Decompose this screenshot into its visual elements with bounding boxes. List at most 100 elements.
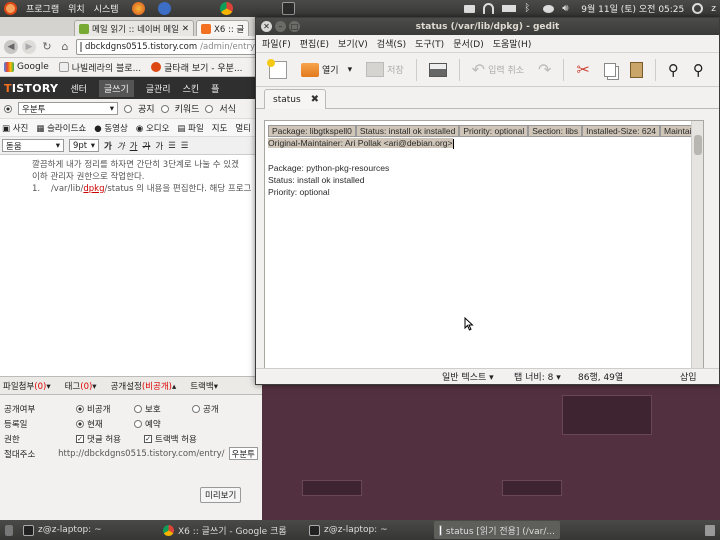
private-radio[interactable] — [76, 404, 84, 413]
paste-button[interactable] — [625, 57, 648, 83]
keyword-radio[interactable] — [160, 104, 169, 113]
tab-publish-settings[interactable]: 공개설정(비공개)▴ — [111, 380, 177, 392]
open-button[interactable]: 열기 ▾ — [296, 57, 357, 83]
show-desktop-icon[interactable] — [0, 521, 18, 539]
strike-button[interactable]: 가 — [142, 140, 150, 152]
document-tab-status[interactable]: status ✖ — [264, 89, 327, 109]
cut-button[interactable]: ✂ — [571, 57, 594, 83]
menu-tools[interactable]: 도구(T) — [415, 37, 444, 50]
bold-button[interactable]: 가 — [104, 140, 112, 152]
help-launcher-icon[interactable] — [157, 2, 171, 15]
gedit-titlebar[interactable]: ✕ – □ status (/var/lib/dpkg) - gedit — [256, 18, 719, 35]
tab-close-icon[interactable]: ✖ — [311, 94, 319, 105]
attach-video[interactable]: ● 동영상 — [94, 122, 128, 134]
notice-radio[interactable] — [124, 104, 132, 113]
new-button[interactable] — [264, 57, 292, 83]
tab-tags[interactable]: 태그(0)▾ — [65, 380, 97, 392]
forward-icon[interactable]: ▶ — [22, 39, 36, 54]
battery-icon[interactable] — [502, 5, 517, 12]
window-minimize-icon[interactable]: – — [275, 21, 286, 32]
italic-button[interactable]: 가 — [117, 140, 125, 152]
bookmark-nabilera[interactable]: 나빌레라의 블로... — [58, 61, 141, 74]
replace-button[interactable]: ⚲ — [688, 57, 709, 83]
bluetooth-icon[interactable]: ᛒ — [524, 3, 535, 14]
text-line[interactable]: Package: libgtkspell0 — [268, 125, 356, 138]
task-chrome[interactable]: X6 :: 글쓰기 - Google 크롬 — [158, 521, 304, 539]
text-line[interactable]: Priority: optional — [268, 186, 703, 198]
attach-photo[interactable]: ▣ 사진 — [2, 122, 28, 134]
attach-multi[interactable]: 멀티 — [235, 122, 251, 134]
open-dropdown-icon[interactable]: ▾ — [348, 65, 353, 75]
text-line[interactable]: Status: install ok installed — [355, 125, 460, 138]
text-line[interactable]: Section: libs — [528, 125, 583, 138]
window-maximize-icon[interactable]: □ — [289, 21, 300, 32]
power-icon[interactable] — [692, 3, 704, 14]
clock[interactable]: 9월 11일 (토) 오전 05:25 — [581, 2, 684, 15]
vertical-scrollbar[interactable] — [691, 121, 703, 369]
wifi-icon[interactable] — [483, 3, 495, 14]
tab-width-selector[interactable]: 탭 너비: 8 ▾ — [514, 370, 561, 383]
trackback-checkbox[interactable]: ✓ — [144, 434, 152, 443]
task-gedit[interactable]: status [읽기 전용] (/var/... — [434, 521, 560, 539]
nav-skin[interactable]: 스킨 — [183, 82, 200, 95]
schedule-radio[interactable] — [134, 419, 142, 428]
text-line[interactable]: Status: install ok installed — [268, 174, 703, 186]
language-selector[interactable]: 일반 텍스트 ▾ — [442, 370, 494, 383]
tab-trackback[interactable]: 트랙백▾ — [190, 380, 218, 392]
volume-icon[interactable]: 🔊︎ — [562, 3, 573, 14]
menu-documents[interactable]: 문서(D) — [453, 37, 484, 50]
nav-center[interactable]: 센터 — [70, 82, 87, 95]
protected-radio[interactable] — [134, 404, 142, 413]
menu-system[interactable]: 시스템 — [94, 2, 119, 15]
menu-help[interactable]: 도움말(H) — [493, 37, 532, 50]
text-line[interactable]: Priority: optional — [459, 125, 529, 138]
size-select[interactable]: 9pt ▾ — [69, 139, 99, 152]
find-button[interactable]: ⚲ — [663, 57, 684, 83]
print-button[interactable] — [424, 57, 452, 83]
save-button[interactable]: 저장 — [361, 57, 409, 83]
scrollbar-thumb[interactable] — [694, 135, 702, 155]
align-left-icon[interactable]: ☰ — [168, 141, 176, 151]
menu-file[interactable]: 파일(F) — [262, 37, 291, 50]
tab-naver-mail[interactable]: 메일 읽기 :: 네이버 메일 ✕ — [74, 20, 195, 36]
url-input[interactable]: dbckdgns0515.tistory.com/admin/entry/po — [76, 38, 262, 55]
tab-tistory-write[interactable]: X6 :: 글 — [196, 20, 250, 36]
undo-button[interactable]: ↶ 입력 취소 — [467, 57, 529, 83]
terminal-launcher-icon[interactable] — [281, 2, 295, 15]
nav-manage[interactable]: 글관리 — [146, 82, 171, 95]
color-button[interactable]: 가 — [155, 140, 163, 152]
attach-slideshow[interactable]: ▦ 슬라이드쇼 — [36, 122, 86, 134]
tab-attachments[interactable]: 파일첨부(0)▾ — [3, 380, 51, 392]
now-radio[interactable] — [76, 419, 84, 428]
attach-map[interactable]: 지도 — [212, 122, 228, 134]
category-select[interactable]: 우분투 ▾ — [18, 102, 118, 115]
text-line[interactable]: Installed-Size: 624 — [582, 125, 661, 138]
tab-close-icon[interactable]: ✕ — [182, 24, 189, 34]
menu-edit[interactable]: 편집(E) — [300, 37, 329, 50]
firefox-launcher-icon[interactable] — [131, 2, 145, 15]
text-content[interactable]: Package: libgtkspell0 Status: install ok … — [265, 121, 703, 198]
task-terminal-1[interactable]: z@z-laptop: ~ — [18, 521, 158, 539]
menu-search[interactable]: 검색(S) — [377, 37, 406, 50]
menu-places[interactable]: 위치 — [68, 2, 85, 15]
redo-button[interactable]: ↷ — [533, 57, 556, 83]
post-editor[interactable]: 깔끔하게 내가 정리를 하자면 간단히 3단계로 나눌 수 있겠 이하 관리자 … — [0, 155, 262, 376]
permalink-input[interactable]: 우분투 — [228, 447, 258, 460]
nav-write[interactable]: 글쓰기 — [98, 79, 134, 97]
home-icon[interactable]: ⌂ — [58, 40, 72, 54]
align-center-icon[interactable]: ☰ — [181, 141, 189, 151]
attach-file[interactable]: ▤ 파일 — [177, 122, 203, 134]
public-radio[interactable] — [192, 404, 200, 413]
font-select[interactable]: 돋움 ▾ — [2, 139, 64, 152]
text-view[interactable]: Package: libgtkspell0 Status: install ok … — [264, 120, 704, 370]
underline-button[interactable]: 가 — [130, 140, 138, 152]
user-name[interactable]: z — [711, 4, 716, 14]
copy-button[interactable] — [599, 57, 621, 83]
mail-icon[interactable] — [464, 4, 476, 13]
bookmark-google[interactable]: Google — [4, 62, 49, 72]
text-line[interactable]: Original-Maintainer: Ari Pollak <ari@deb… — [268, 137, 703, 149]
category-radio[interactable] — [4, 104, 12, 113]
attach-audio[interactable]: ◉ 오디오 — [136, 122, 170, 134]
chrome-launcher-icon[interactable] — [219, 2, 233, 15]
comment-checkbox[interactable]: ✓ — [76, 434, 84, 443]
